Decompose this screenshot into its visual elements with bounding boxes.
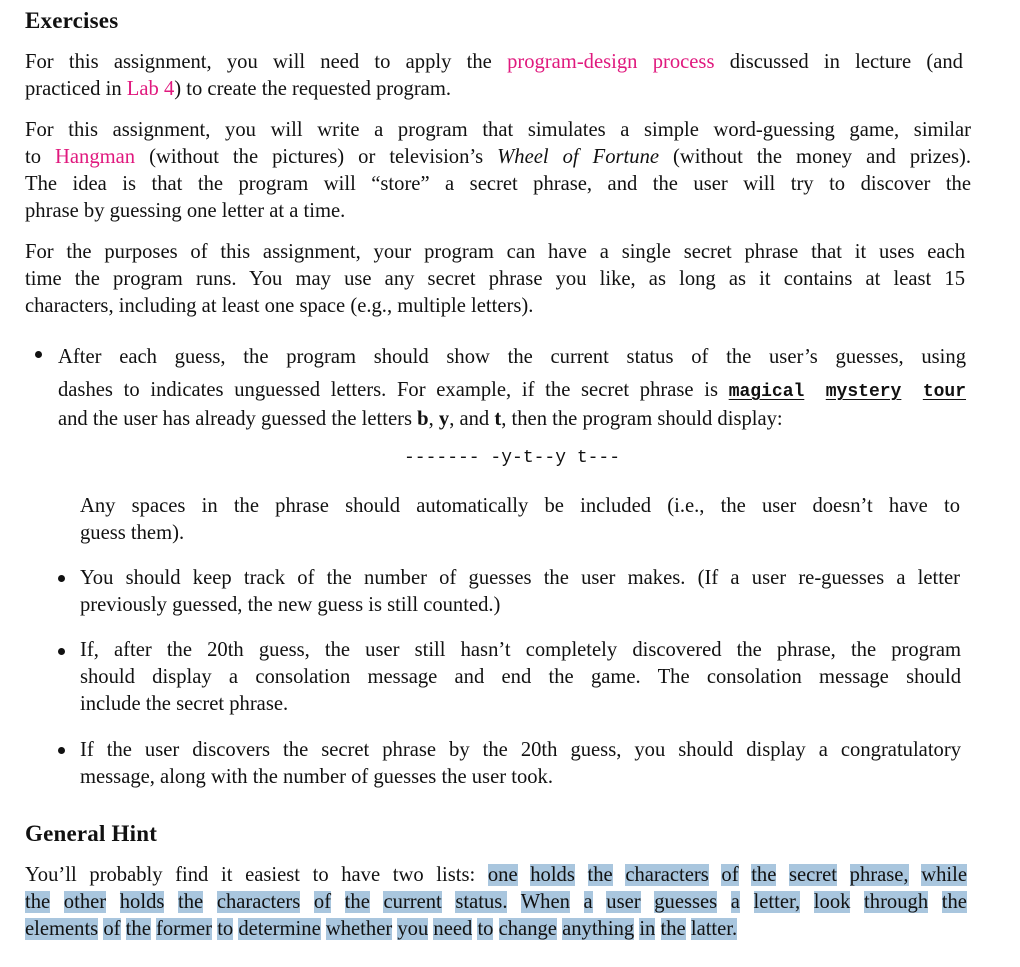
bullet-guess-count: You should keep track of the number of g… — [80, 567, 960, 616]
highlighted-word: characters — [625, 864, 709, 886]
status-display-example: ------- -y-t--y t--- — [404, 448, 621, 468]
highlighted-word: holds — [530, 864, 575, 886]
bullet-icon — [58, 575, 65, 582]
paragraph-game-description: For this assignment, you will write a pr… — [25, 119, 971, 222]
bullet-consolation: If, after the 20th guess, the user still… — [80, 639, 961, 715]
highlighted-word: a — [583, 891, 593, 913]
bullet-spaces-note: Any spaces in the phrase should automati… — [80, 495, 960, 544]
code-word: tour — [922, 382, 967, 402]
highlighted-word: whether — [325, 918, 393, 940]
highlighted-word: one — [487, 864, 518, 886]
highlighted-word: latter. — [690, 918, 738, 940]
highlighted-word: former — [156, 918, 213, 940]
highlighted-word: the — [178, 891, 204, 913]
highlighted-word: the — [25, 891, 51, 913]
highlighted-word: change — [498, 918, 557, 940]
bullet-status-display: After each guess, the program should sho… — [58, 346, 967, 402]
highlighted-word: guesses — [654, 891, 718, 913]
highlighted-word: in — [639, 918, 656, 940]
highlighted-word: you — [397, 918, 429, 940]
code-word: mystery — [825, 382, 902, 402]
highlighted-word: current — [383, 891, 442, 913]
bullet-status-display-line3: and the user has already guessed the let… — [58, 408, 783, 430]
guessed-letter: y — [438, 408, 450, 430]
highlighted-word: the — [587, 864, 613, 886]
highlighted-word: to — [477, 918, 494, 940]
highlighted-word: to — [217, 918, 234, 940]
highlighted-word: a — [730, 891, 740, 913]
highlighted-word: of — [103, 918, 121, 940]
title-wheel-of-fortune: Wheel of Fortune — [497, 146, 660, 168]
highlighted-word: letter, — [753, 891, 801, 913]
link-program-design-process[interactable]: program-design process — [507, 51, 714, 73]
paragraph-intro: For this assignment, you will need to ap… — [25, 51, 963, 100]
guessed-letter: b — [417, 408, 429, 430]
highlighted-word: of — [721, 864, 739, 886]
bullet-icon — [35, 351, 42, 358]
highlighted-word: through — [864, 891, 929, 913]
highlighted-word: status. — [455, 891, 508, 913]
highlighted-word: determine — [238, 918, 321, 940]
highlighted-word: holds — [119, 891, 165, 913]
paragraph-secret-phrase-rules: For the purposes of this assignment, you… — [25, 241, 965, 317]
highlighted-word: characters — [216, 891, 301, 913]
highlighted-word: user — [606, 891, 641, 913]
highlighted-word: the — [751, 864, 777, 886]
highlighted-word: elements — [25, 918, 99, 940]
link-lab-4[interactable]: Lab 4 — [127, 78, 174, 100]
paragraph-hint: You’ll probably find it easiest to have … — [25, 864, 967, 940]
bullet-icon — [58, 648, 65, 655]
highlighted-word: the — [941, 891, 967, 913]
highlighted-word: need — [433, 918, 473, 940]
highlighted-word: the — [344, 891, 370, 913]
highlighted-word: while — [921, 864, 967, 886]
bullet-icon — [58, 747, 65, 754]
highlighted-word: anything — [562, 918, 635, 940]
highlighted-word: of — [313, 891, 332, 913]
highlighted-word: other — [63, 891, 107, 913]
highlighted-word: the — [125, 918, 151, 940]
heading-exercises: Exercises — [25, 8, 119, 33]
code-word: magical — [728, 382, 805, 402]
highlighted-word: phrase, — [849, 864, 909, 886]
heading-general-hint: General Hint — [25, 821, 158, 846]
highlighted-word: look — [813, 891, 851, 913]
highlighted-word: the — [660, 918, 686, 940]
link-hangman[interactable]: Hangman — [55, 146, 135, 168]
bullet-congratulatory: If the user discovers the secret phrase … — [80, 739, 961, 788]
highlighted-word: When — [520, 891, 570, 913]
highlighted-word: secret — [789, 864, 838, 886]
